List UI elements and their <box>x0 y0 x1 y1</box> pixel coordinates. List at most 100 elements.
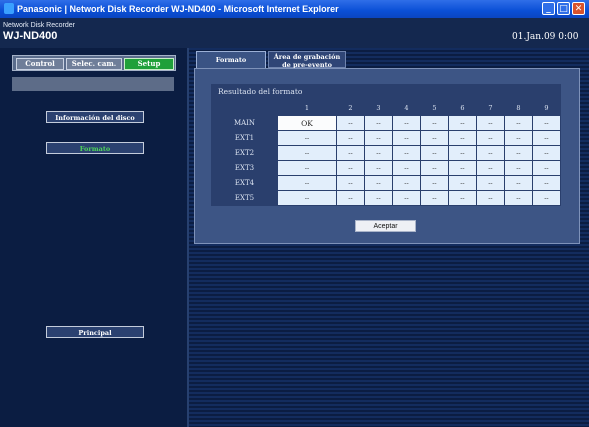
accept-button[interactable]: Aceptar <box>355 220 416 232</box>
table-row: EXT5 -- -- -- -- -- -- -- -- -- <box>212 191 560 205</box>
row-label: EXT1 <box>212 131 277 145</box>
result-cell: -- <box>420 176 448 190</box>
row-label: EXT2 <box>212 146 277 160</box>
table-row: EXT2 -- -- -- -- -- -- -- -- -- <box>212 146 560 160</box>
result-cell: -- <box>364 146 392 160</box>
product-line-label: Network Disk Recorder <box>3 22 75 29</box>
result-cell: -- <box>504 176 532 190</box>
result-cell: -- <box>448 176 476 190</box>
result-cell: -- <box>392 161 420 175</box>
result-cell: -- <box>337 161 364 175</box>
table-row: EXT1 -- -- -- -- -- -- -- -- -- <box>212 131 560 145</box>
nav-setup-button[interactable]: Setup <box>124 58 174 70</box>
column-header: 9 <box>532 100 560 115</box>
result-cell: -- <box>278 131 336 145</box>
format-button[interactable]: Formato <box>46 142 144 154</box>
internet-explorer-icon <box>4 3 14 14</box>
result-cell: -- <box>532 191 560 205</box>
result-cell: -- <box>532 176 560 190</box>
result-cell: -- <box>476 116 504 130</box>
result-cell: -- <box>448 146 476 160</box>
result-cell: -- <box>476 191 504 205</box>
close-button[interactable]: ✕ <box>572 2 585 15</box>
table-corner <box>212 100 277 115</box>
result-cell: -- <box>420 146 448 160</box>
main-nav: Control Selec. cam. Setup <box>12 55 176 71</box>
nav-control-button[interactable]: Control <box>16 58 64 70</box>
result-cell: -- <box>476 131 504 145</box>
column-header: 4 <box>392 100 420 115</box>
result-cell: -- <box>420 191 448 205</box>
result-cell: -- <box>337 176 364 190</box>
result-cell: -- <box>337 116 364 130</box>
format-result-title: Resultado del formato <box>211 84 561 99</box>
result-cell: -- <box>392 146 420 160</box>
result-cell: -- <box>504 146 532 160</box>
table-row: MAIN OK -- -- -- -- -- -- -- -- <box>212 116 560 130</box>
result-cell: -- <box>337 191 364 205</box>
result-cell: -- <box>278 191 336 205</box>
result-cell: -- <box>420 116 448 130</box>
nav-select-camera-button[interactable]: Selec. cam. <box>66 58 122 70</box>
tab-formato[interactable]: Formato <box>196 51 266 68</box>
minimize-button[interactable]: _ <box>542 2 555 15</box>
result-cell: -- <box>532 161 560 175</box>
result-cell: -- <box>420 161 448 175</box>
main-menu-button[interactable]: Principal <box>46 326 144 338</box>
format-result-table: 123456789 MAIN OK -- -- -- -- -- -- -- -- EXT1 -- --… <box>211 99 561 206</box>
table-row: EXT4 -- -- -- -- -- -- -- -- -- <box>212 176 560 190</box>
result-cell: -- <box>392 191 420 205</box>
result-cell: -- <box>448 161 476 175</box>
result-cell: -- <box>448 131 476 145</box>
column-header: 3 <box>364 100 392 115</box>
row-label: MAIN <box>212 116 277 130</box>
disk-info-button[interactable]: Información del disco <box>46 111 144 123</box>
column-header: 1 <box>278 100 336 115</box>
window-titlebar[interactable]: Panasonic | Network Disk Recorder WJ-ND4… <box>0 0 589 18</box>
result-cell: -- <box>504 116 532 130</box>
result-cell: -- <box>364 131 392 145</box>
result-cell: -- <box>337 131 364 145</box>
datetime-display: 01.Jan.09 0:00 <box>512 32 579 42</box>
column-header: 6 <box>448 100 476 115</box>
window-title: Panasonic | Network Disk Recorder WJ-ND4… <box>17 4 339 14</box>
result-cell: -- <box>476 176 504 190</box>
row-label: EXT4 <box>212 176 277 190</box>
result-cell: -- <box>278 161 336 175</box>
result-cell: -- <box>364 116 392 130</box>
app-header <box>0 18 589 49</box>
result-cell: -- <box>504 161 532 175</box>
result-cell: OK <box>278 116 336 130</box>
result-cell: -- <box>420 131 448 145</box>
tab-pre-event-area[interactable]: Área de grabación de pre-evento <box>268 51 346 69</box>
column-header: 7 <box>476 100 504 115</box>
column-header: 2 <box>337 100 364 115</box>
result-cell: -- <box>278 146 336 160</box>
column-header: 5 <box>420 100 448 115</box>
result-cell: -- <box>476 146 504 160</box>
result-cell: -- <box>392 176 420 190</box>
table-row: EXT3 -- -- -- -- -- -- -- -- -- <box>212 161 560 175</box>
result-cell: -- <box>392 116 420 130</box>
result-cell: -- <box>448 191 476 205</box>
model-label: WJ-ND400 <box>3 30 58 42</box>
result-cell: -- <box>278 176 336 190</box>
result-cell: -- <box>364 176 392 190</box>
result-cell: -- <box>504 191 532 205</box>
column-header: 8 <box>504 100 532 115</box>
result-cell: -- <box>337 146 364 160</box>
result-cell: -- <box>532 131 560 145</box>
maximize-button[interactable]: □ <box>557 2 570 15</box>
result-cell: -- <box>476 161 504 175</box>
result-cell: -- <box>532 116 560 130</box>
result-cell: -- <box>532 146 560 160</box>
row-label: EXT3 <box>212 161 277 175</box>
sidebar <box>0 48 189 427</box>
result-cell: -- <box>448 116 476 130</box>
result-cell: -- <box>504 131 532 145</box>
row-label: EXT5 <box>212 191 277 205</box>
result-cell: -- <box>392 131 420 145</box>
sidebar-divider <box>12 77 174 91</box>
result-cell: -- <box>364 161 392 175</box>
result-cell: -- <box>364 191 392 205</box>
